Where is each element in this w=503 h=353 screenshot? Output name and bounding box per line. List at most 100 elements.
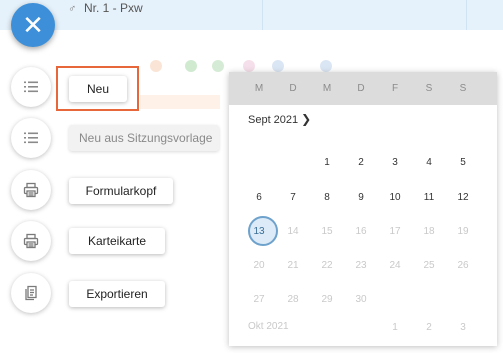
calendar-day[interactable]: 27 (242, 288, 276, 312)
background-highlight-band (140, 95, 220, 109)
calendar-day-number: 10 (389, 192, 401, 203)
printer-icon (23, 233, 39, 249)
karteikarte-button[interactable]: Karteikarte (69, 228, 165, 254)
calendar-day-number: 30 (355, 294, 367, 305)
calendar-day-number: 8 (324, 192, 330, 203)
weekday-label: S (425, 83, 433, 94)
calendar-day-number: 22 (321, 260, 333, 271)
calendar-day[interactable]: 29 (310, 288, 344, 312)
calendar-day[interactable]: 14 (276, 220, 310, 244)
calendar-day[interactable]: 22 (310, 254, 344, 278)
calendar-day-selected[interactable]: 13 (242, 216, 278, 246)
calendar-day-number: 28 (287, 294, 299, 305)
printer-icon (23, 182, 39, 198)
calendar-day-number: 24 (389, 260, 401, 271)
calendar-day[interactable]: 21 (276, 254, 310, 278)
calendar-day-number: 13 (253, 226, 265, 237)
calendar-day[interactable]: 15 (310, 220, 344, 244)
neu-aus-vorlage-button[interactable]: Neu aus Sitzungsvorlage (69, 125, 219, 151)
calendar-day-number: 3 (392, 157, 398, 168)
next-month-label: Okt 2021 (248, 321, 289, 332)
calendar-day-number: 14 (287, 226, 299, 237)
weekday-label: D (289, 83, 297, 94)
formularkopf-icon-button[interactable] (11, 170, 51, 210)
background-dot (185, 60, 197, 72)
calendar-day-number: 1 (324, 157, 330, 168)
calendar-day[interactable]: 23 (344, 254, 378, 278)
calendar-day[interactable]: 24 (378, 254, 412, 278)
background-user-icon: ♂ (68, 3, 77, 15)
weekday-label: M (322, 83, 332, 94)
calendar-day[interactable]: 25 (412, 254, 446, 278)
calendar-day[interactable]: 17 (378, 220, 412, 244)
exportieren-button[interactable]: Exportieren (69, 281, 165, 307)
background-dot (150, 60, 162, 72)
neu-aus-vorlage-icon-button[interactable] (11, 118, 51, 158)
calendar-day[interactable]: 26 (446, 254, 480, 278)
calendar-day-number: 25 (423, 260, 435, 271)
background-dot (320, 60, 332, 72)
formularkopf-button[interactable]: Formularkopf (69, 178, 173, 204)
month-name: Sept 2021 (248, 114, 299, 126)
weekday-label: S (459, 83, 467, 94)
calendar-day-number: 27 (253, 294, 265, 305)
month-label: Sept 2021 ❯ (248, 112, 311, 127)
calendar-day[interactable]: 11 (412, 186, 446, 210)
background-dot (272, 60, 284, 72)
calendar-day-number: 21 (287, 260, 299, 271)
list-icon (24, 81, 38, 93)
calendar-day-number: 16 (355, 226, 367, 237)
close-icon: ✕ (22, 10, 44, 40)
calendar-day[interactable]: 4 (412, 151, 446, 175)
exportieren-icon-button[interactable] (11, 273, 51, 313)
calendar-day[interactable]: 28 (276, 288, 310, 312)
background-column-divider (466, 0, 467, 30)
calendar-day-number: 9 (358, 192, 364, 203)
calendar-day-number: 20 (253, 260, 265, 271)
weekday-label: D (357, 83, 365, 94)
calendar-day[interactable]: 9 (344, 186, 378, 210)
calendar-day[interactable]: 19 (446, 220, 480, 244)
next-month-day[interactable]: 1 (378, 316, 412, 340)
calendar-day[interactable]: 16 (344, 220, 378, 244)
background-dot (212, 60, 224, 72)
weekday-label: F (391, 83, 399, 94)
chevron-right-icon[interactable]: ❯ (301, 112, 311, 126)
calendar-day[interactable]: 2 (344, 151, 378, 175)
weekday-label: M (254, 83, 264, 94)
calendar-day-number: 6 (256, 192, 262, 203)
calendar-day[interactable]: 10 (378, 186, 412, 210)
calendar-day-number: 23 (355, 260, 367, 271)
close-button[interactable]: ✕ (11, 3, 55, 47)
calendar-day[interactable]: 8 (310, 186, 344, 210)
background-dot (243, 60, 255, 72)
calendar-day[interactable]: 1 (310, 151, 344, 175)
calendar-day-number: 15 (321, 226, 333, 237)
next-month-day[interactable]: 2 (412, 316, 446, 340)
calendar-day[interactable]: 30 (344, 288, 378, 312)
export-document-icon (23, 285, 39, 301)
calendar-day[interactable]: 12 (446, 186, 480, 210)
calendar-day[interactable]: 6 (242, 186, 276, 210)
calendar-day-number: 18 (423, 226, 435, 237)
background-column-divider (262, 0, 263, 30)
karteikarte-icon-button[interactable] (11, 221, 51, 261)
calendar-day-number: 19 (457, 226, 469, 237)
calendar-day-number: 17 (389, 226, 401, 237)
calendar-day[interactable]: 5 (446, 151, 480, 175)
next-month-day[interactable]: 3 (446, 316, 480, 340)
neu-icon-button[interactable] (11, 67, 51, 107)
highlight-frame (56, 66, 139, 111)
calendar-day-number: 26 (457, 260, 469, 271)
calendar-day[interactable]: 3 (378, 151, 412, 175)
weekday-header: M D M D F S S (229, 72, 497, 105)
calendar-day-number: 12 (457, 192, 469, 203)
background-row-text: Nr. 1 - Pxw (84, 1, 143, 15)
date-picker: M D M D F S S Sept 2021 ❯ 1 2 3 4 5 6 7 8 9 10 11 12… (229, 72, 497, 346)
calendar-day[interactable]: 18 (412, 220, 446, 244)
calendar-day[interactable]: 20 (242, 254, 276, 278)
calendar-day-number: 29 (321, 294, 333, 305)
calendar-day[interactable]: 7 (276, 186, 310, 210)
calendar-day-number: 5 (460, 157, 466, 168)
calendar-day-number: 2 (358, 157, 364, 168)
